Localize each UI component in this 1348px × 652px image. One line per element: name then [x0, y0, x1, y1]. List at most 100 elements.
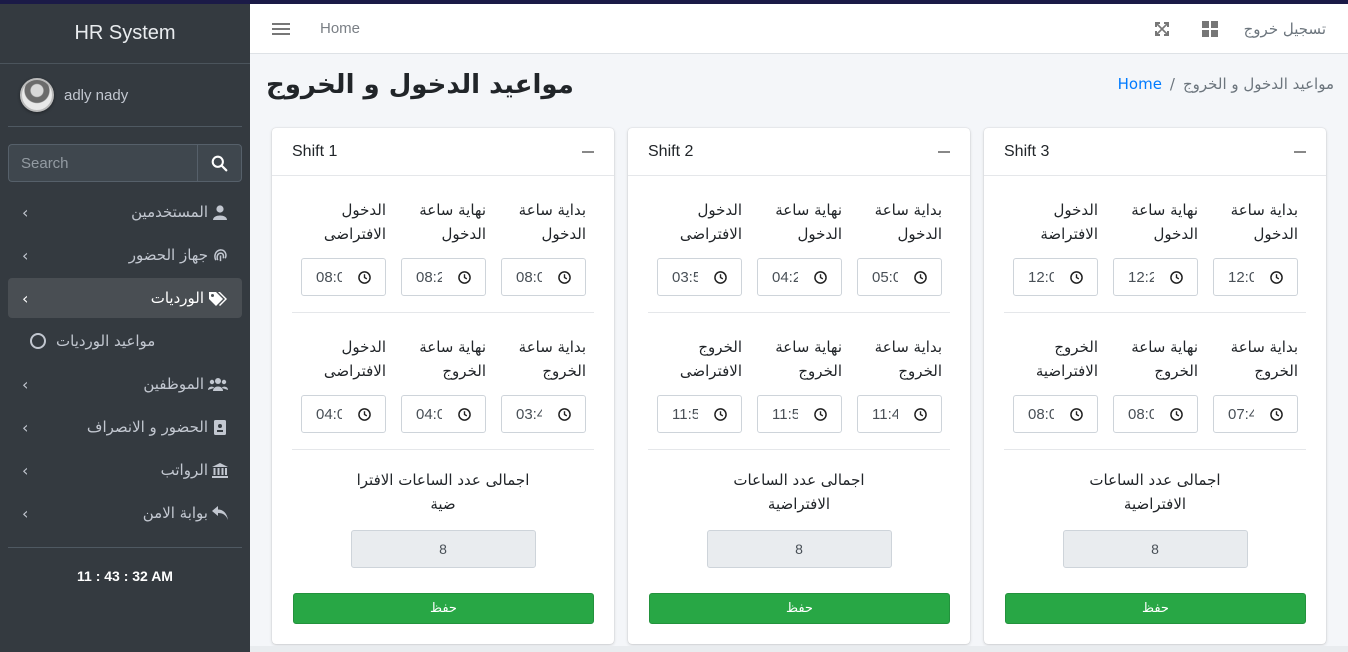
clock-icon	[1070, 407, 1083, 421]
time-input[interactable]: 03:40	[501, 395, 586, 433]
time-input[interactable]: 11:50	[757, 395, 842, 433]
content-header: مواعيد الدخول و الخروج Home / مواعيد الد…	[250, 55, 1348, 125]
sidebar-item-label: الرواتب	[160, 461, 208, 479]
tags-icon	[208, 290, 228, 306]
shift-title: Shift 2	[648, 142, 694, 160]
time-value: 08:00	[316, 268, 342, 286]
chevron-left-icon: ‹	[22, 503, 29, 523]
clock-icon	[814, 270, 827, 284]
time-value: 08:20	[416, 268, 442, 286]
time-input[interactable]: 08:20	[401, 258, 486, 296]
exit-times-row: بداية ساعة الخروج 07:40 نهاية ساعة الخروج…	[1004, 313, 1306, 450]
field-label: الخروج الافتراضية	[1035, 338, 1098, 380]
sidebar-item-security-gate[interactable]: ‹ بوابة الامن	[8, 493, 242, 533]
time-input[interactable]: 12:20	[1113, 258, 1198, 296]
field-label: الدخول الافتراضى	[323, 338, 386, 380]
brand-title[interactable]: HR System	[0, 0, 250, 64]
sidebar-item-shifts[interactable]: ‹ الورديات	[8, 278, 242, 318]
search-input[interactable]	[8, 144, 197, 182]
sidebar-item-label: الورديات	[150, 289, 204, 307]
time-input[interactable]: 11:40	[857, 395, 942, 433]
sidebar-divider	[8, 547, 242, 548]
sidebar-subitem-label: مواعيد الورديات	[56, 332, 156, 350]
breadcrumb: Home / مواعيد الدخول و الخروج	[1118, 75, 1334, 93]
clock-icon	[1070, 270, 1083, 284]
user-name[interactable]: adly nady	[64, 87, 128, 104]
breadcrumb-home-link[interactable]: Home	[1118, 75, 1162, 93]
sidebar-item-label: المستخدمين	[131, 203, 208, 221]
time-input[interactable]: 07:40	[1213, 395, 1298, 433]
sidebar-item-label: الموظفين	[143, 375, 204, 393]
collapse-icon[interactable]	[1294, 150, 1306, 153]
time-value: 12:00	[1028, 268, 1054, 286]
entry-times-row: بداية ساعة الدخول 12:00 نهاية ساعة الدخول…	[1004, 176, 1306, 313]
sidebar-item-employees[interactable]: ‹ الموظفين	[8, 364, 242, 404]
logout-link[interactable]: تسجيل خروج	[1244, 20, 1326, 38]
time-input[interactable]: 08:00	[501, 258, 586, 296]
field-label: بداية ساعة الخروج	[518, 338, 586, 380]
time-value: 11:50	[672, 405, 698, 423]
time-value: 12:00	[1228, 268, 1254, 286]
field-label: بداية ساعة الدخول	[874, 201, 942, 243]
clock-icon	[914, 270, 927, 284]
user-panel: adly nady	[8, 64, 242, 127]
time-input[interactable]: 08:00	[1113, 395, 1198, 433]
field-label: الدخول الافتراضى	[679, 201, 742, 243]
time-input[interactable]: 04:00	[401, 395, 486, 433]
sidebar-item-attendance[interactable]: ‹ الحضور و الانصراف	[8, 407, 242, 447]
avatar[interactable]	[20, 78, 54, 112]
clock-icon	[1270, 270, 1283, 284]
sidebar-item-attendance-device[interactable]: ‹ جهاز الحضور	[8, 235, 242, 275]
chevron-left-icon: ‹	[22, 460, 29, 480]
time-value: 08:00	[1028, 405, 1054, 423]
entry-times-row: بداية ساعة الدخول 05:00 نهاية ساعة الدخول…	[648, 176, 950, 313]
clock-icon	[1170, 270, 1183, 284]
clock-icon	[458, 270, 471, 284]
horizontal-scrollbar[interactable]	[250, 646, 1348, 652]
field-label: نهاية ساعة الدخول	[1131, 201, 1198, 243]
time-input[interactable]: 04:20	[757, 258, 842, 296]
shift-title: Shift 1	[292, 142, 338, 160]
time-input[interactable]: 08:00	[1013, 395, 1098, 433]
fullscreen-icon[interactable]	[1138, 21, 1186, 36]
field-label: الخروج الافتراضى	[679, 338, 742, 380]
top-navbar: Home تسجيل خروج	[250, 4, 1348, 54]
save-button[interactable]: حفظ	[1005, 593, 1306, 624]
clock-icon	[1170, 407, 1183, 421]
time-input[interactable]: 03:50	[657, 258, 742, 296]
sidebar-item-salaries[interactable]: ‹ الرواتب	[8, 450, 242, 490]
time-input[interactable]: 12:00	[1213, 258, 1298, 296]
nav-home-link[interactable]: Home	[320, 20, 360, 37]
time-value: 11:50	[772, 405, 798, 423]
save-button[interactable]: حفظ	[649, 593, 950, 624]
menu-toggle-icon[interactable]	[272, 20, 290, 38]
chevron-down-icon: ‹	[22, 288, 29, 308]
clock-icon	[814, 407, 827, 421]
time-input[interactable]: 05:00	[857, 258, 942, 296]
id-badge-icon	[212, 419, 228, 435]
time-value: 08:00	[516, 268, 542, 286]
sidebar-item-users[interactable]: ‹ المستخدمين	[8, 192, 242, 232]
search-icon	[211, 155, 228, 171]
time-input[interactable]: 04:00	[301, 395, 386, 433]
chevron-left-icon: ‹	[22, 202, 29, 222]
shift-cards: Shift 1 بداية ساعة الدخول 08:00 نهاية ساع…	[272, 128, 1326, 644]
total-hours-label: اجمالى عدد الساعات الافترا ضية	[356, 471, 530, 513]
collapse-icon[interactable]	[582, 150, 594, 153]
save-button[interactable]: حفظ	[293, 593, 594, 624]
collapse-icon[interactable]	[938, 150, 950, 153]
exit-times-row: بداية ساعة الخروج 11:40 نهاية ساعة الخروج…	[648, 313, 950, 450]
sidebar-subitem-shift-times[interactable]: مواعيد الورديات	[8, 321, 242, 361]
sidebar: HR System adly nady ‹ المستخدمين ‹ جهاز …	[0, 0, 250, 652]
clock-icon	[714, 407, 727, 421]
sidebar-search	[8, 144, 242, 182]
time-value: 04:20	[772, 268, 798, 286]
time-input[interactable]: 08:00	[301, 258, 386, 296]
grid-icon[interactable]	[1186, 20, 1234, 37]
clock-icon	[458, 407, 471, 421]
time-input[interactable]: 12:00	[1013, 258, 1098, 296]
shift-card: Shift 2 بداية ساعة الدخول 05:00 نهاية ساع…	[628, 128, 970, 644]
time-input[interactable]: 11:50	[657, 395, 742, 433]
search-button[interactable]	[197, 144, 242, 182]
top-accent-line	[0, 0, 1348, 4]
